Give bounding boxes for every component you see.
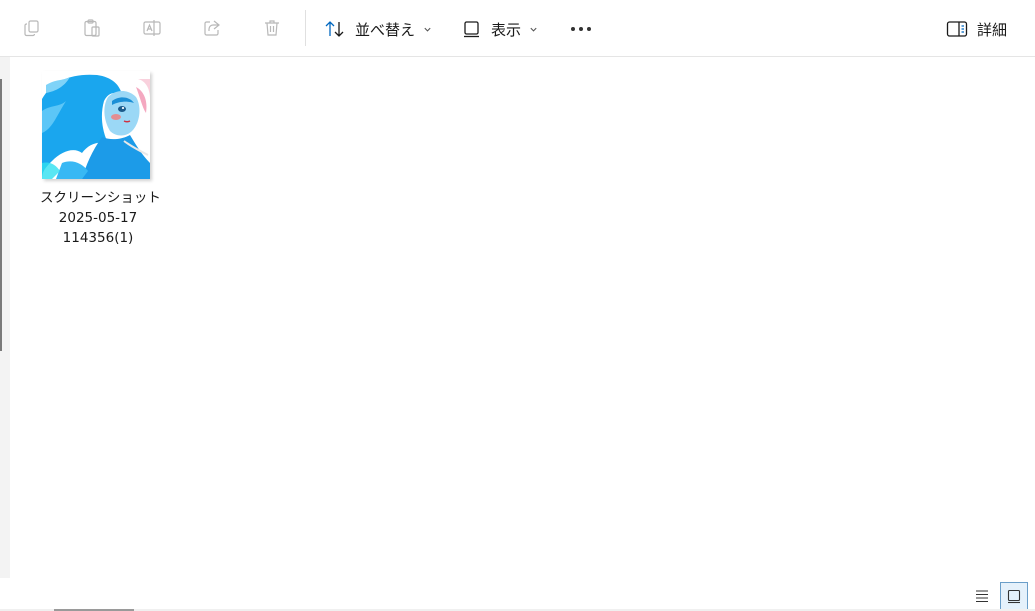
view-label: 表示 xyxy=(491,20,522,39)
file-list: スクリーンショット 2025-05-17 114356(1) xyxy=(10,57,1035,578)
view-button[interactable]: 表示 xyxy=(462,16,538,42)
command-bar: 並べ替え 表示 詳細 xyxy=(0,0,1035,57)
file-name-line: スクリーンショット xyxy=(40,190,161,206)
paste-icon[interactable] xyxy=(80,16,104,40)
file-name: スクリーンショット 2025-05-17 114356(1) xyxy=(40,188,161,248)
delete-icon[interactable] xyxy=(260,16,284,40)
copy-icon[interactable] xyxy=(20,16,44,40)
thumbnail-image xyxy=(42,71,150,179)
details-pane-icon xyxy=(946,21,968,37)
details-label: 詳細 xyxy=(977,20,1008,39)
sort-button[interactable]: 並べ替え xyxy=(324,16,432,42)
chevron-down-icon xyxy=(424,27,431,32)
status-bar xyxy=(0,578,1035,611)
file-thumbnail xyxy=(42,71,150,179)
file-name-line: 2025-05-17 xyxy=(58,210,138,226)
scrollbar-thumb[interactable] xyxy=(0,79,2,351)
rename-icon[interactable] xyxy=(140,16,164,40)
chevron-down-icon xyxy=(530,27,537,32)
more-icon[interactable] xyxy=(571,27,591,31)
sort-icon xyxy=(325,21,344,37)
sort-label: 並べ替え xyxy=(355,20,416,39)
navigation-pane-edge xyxy=(0,57,10,578)
large-icons-view-icon[interactable] xyxy=(1000,582,1028,610)
details-view-icon[interactable] xyxy=(968,582,996,610)
file-name-line: 114356(1) xyxy=(62,230,134,246)
share-icon[interactable] xyxy=(200,16,224,40)
view-icon xyxy=(464,21,479,38)
toolbar-separator xyxy=(305,10,306,46)
details-pane-button[interactable]: 詳細 xyxy=(946,16,1007,42)
